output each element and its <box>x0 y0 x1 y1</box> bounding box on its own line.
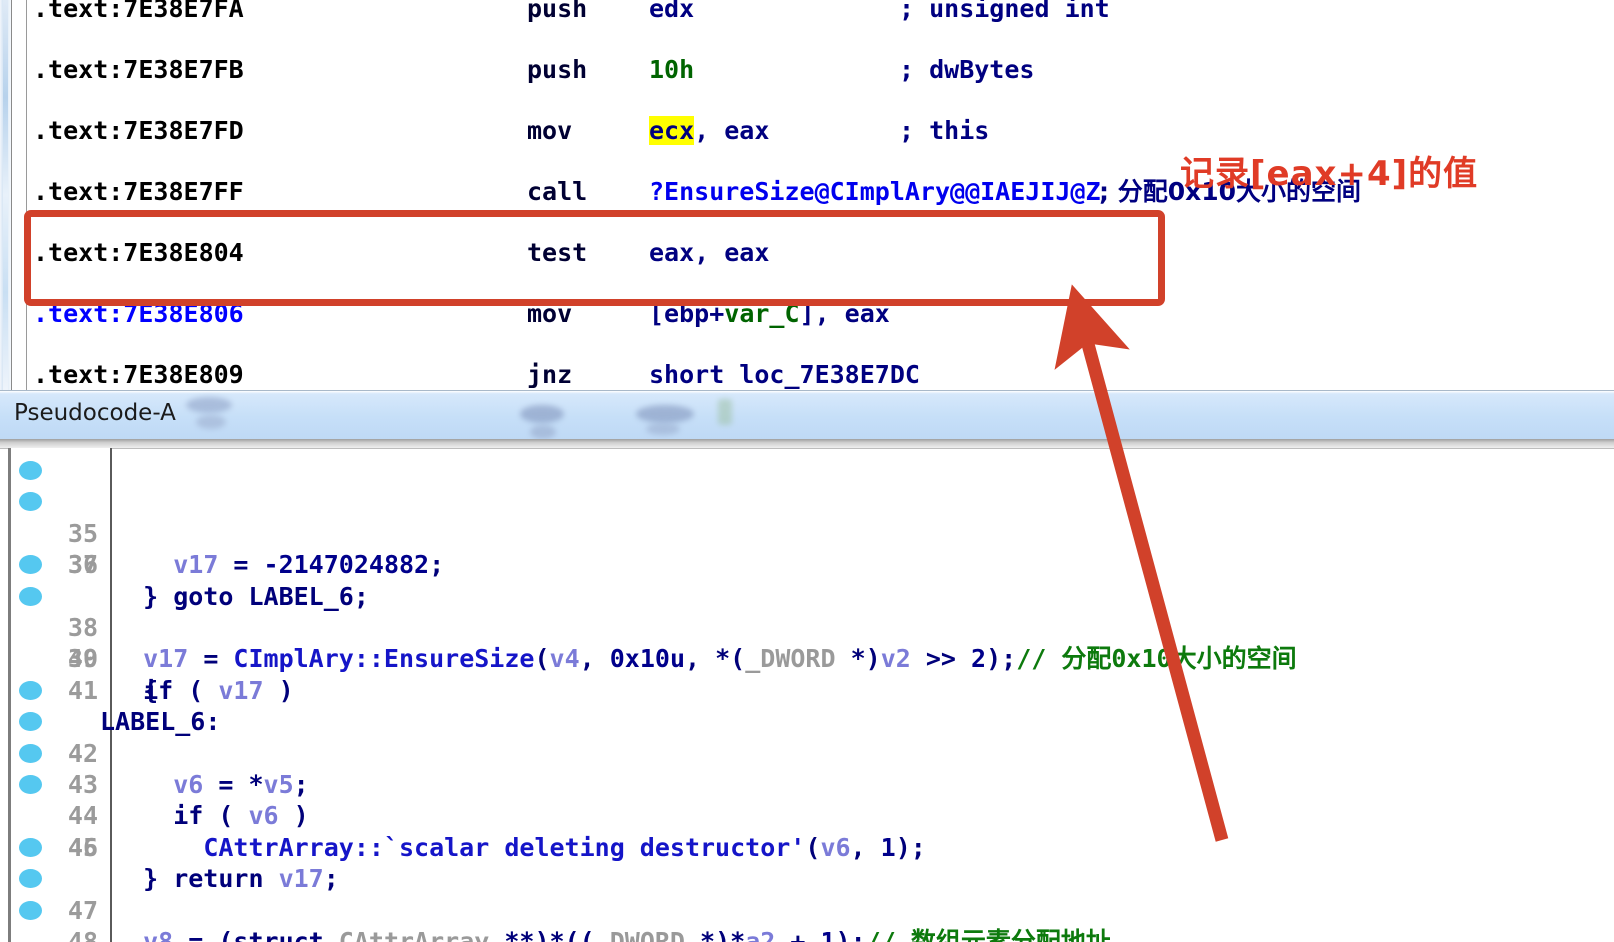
pseudocode-titlebar[interactable]: Pseudocode-A <box>0 390 1614 440</box>
breakpoint-dot-icon[interactable] <box>19 775 42 794</box>
pseudocode-row[interactable]: 43 if ( v6 ) <box>0 706 1614 830</box>
red-annotation-text: 记录[eax+4]的值 <box>1180 154 1479 194</box>
disasm-address: .text:7E38E7FA <box>33 0 244 23</box>
disasm-mnemonic: mov <box>527 299 573 328</box>
pseudocode-tab-label[interactable]: Pseudocode-A <box>14 400 176 426</box>
disasm-address: .text:7E38E809 <box>33 360 244 389</box>
disasm-mnemonic: push <box>527 0 588 23</box>
code-text: v8 = (struct CAttrArray **)*((_DWORD *)*… <box>143 927 1111 942</box>
disasm-mnemonic: push <box>527 55 588 84</box>
disasm-operands: 10h <box>649 55 695 84</box>
disasm-comment: ; unsigned int <box>899 0 1110 23</box>
disasm-operands[interactable]: short loc_7E38E7DC <box>649 360 920 390</box>
pseudocode-row[interactable]: 36 goto LABEL_6; <box>0 486 1614 611</box>
pseudocode-row[interactable]: 38 v17 = CImplAry::EnsureSize(v4, 0x10u,… <box>0 549 1614 673</box>
blurred-ui-blob <box>718 399 732 425</box>
pseudocode-top-edge <box>0 439 1614 449</box>
pseudocode-row[interactable]: 48 v18 = 0; <box>0 863 1614 942</box>
blurred-ui-blob <box>646 423 680 435</box>
breakpoint-dot-icon[interactable] <box>19 900 42 920</box>
disasm-row[interactable]: .text:7E38E7FB push 10h ; dwBytes <box>27 55 1614 86</box>
disasm-address: .text:7E38E7FD <box>33 116 244 145</box>
blurred-ui-blob <box>196 415 226 429</box>
disasm-address: .text:7E38E7FB <box>33 55 244 84</box>
pseudocode-row[interactable]: 46 } <box>0 800 1614 893</box>
breakpoint-dot-icon[interactable] <box>19 492 42 512</box>
disasm-mnemonic: jnz <box>527 360 573 389</box>
disasm-row[interactable]: .text:7E38E809 jnz short loc_7E38E7DC <box>27 360 1614 390</box>
disasm-mnemonic: mov <box>527 116 573 145</box>
blurred-ui-blob <box>520 405 564 423</box>
blurred-ui-blob <box>636 405 694 423</box>
pseudocode-row[interactable]: 41 LABEL_6: <box>0 643 1614 736</box>
screenshot-root: .text:7E38E7FA push edx ; unsigned int .… <box>0 0 1614 942</box>
blurred-ui-blob <box>186 397 232 413</box>
disassembly-gutter <box>12 0 27 390</box>
breakpoint-dot-icon[interactable] <box>19 461 42 480</box>
breakpoint-dot-icon[interactable] <box>19 680 42 700</box>
pseudocode-row[interactable]: 39 if ( v17 ) <box>0 581 1614 705</box>
breakpoint-dot-icon[interactable] <box>19 712 42 732</box>
pseudocode-row[interactable]: 49 v16 = 0; <box>0 895 1614 926</box>
disasm-mnemonic: test <box>527 238 588 267</box>
pseudocode-row[interactable]: 42 v6 = *v5; <box>0 675 1614 799</box>
pseudocode-row[interactable]: 44 CAttrArray::`scalar deleting destruct… <box>0 738 1614 862</box>
highlighted-register: ecx <box>649 116 695 145</box>
breakpoint-dot-icon[interactable] <box>19 555 42 575</box>
disasm-operands: eax, eax <box>649 238 770 267</box>
pseudocode-row[interactable]: 45 return v17; <box>0 769 1614 893</box>
disasm-mnemonic: call <box>527 177 588 206</box>
breakpoint-dot-icon[interactable] <box>19 743 42 763</box>
disasm-operands: [ebp+var_C], eax <box>649 299 890 328</box>
disasm-row[interactable]: .text:7E38E806 mov [ebp+var_C], eax <box>27 299 1614 330</box>
stack-var-name: var_C <box>724 299 800 328</box>
disasm-row[interactable]: .text:7E38E7FA push edx ; unsigned int <box>27 0 1614 25</box>
pseudocode-row[interactable]: 37 } <box>0 518 1614 610</box>
disasm-row[interactable]: .text:7E38E804 test eax, eax <box>27 238 1614 269</box>
navigator-stripe <box>3 0 8 390</box>
breakpoint-dot-icon[interactable] <box>19 586 42 606</box>
blurred-ui-blob <box>530 425 556 439</box>
breakpoint-dot-icon[interactable] <box>19 837 42 857</box>
disassembly-pane[interactable]: .text:7E38E7FA push edx ; unsigned int .… <box>0 0 1614 390</box>
pseudocode-row[interactable]: 47 v8 = (struct CAttrArray **)*((_DWORD … <box>0 832 1614 942</box>
pseudocode-row[interactable]: 35 v17 = -2147024882; <box>0 455 1614 579</box>
disasm-call-target[interactable]: ?EnsureSize@CImplAry@@IAEJIJ@Z <box>649 177 1101 208</box>
disasm-comment: ; dwBytes <box>899 55 1035 84</box>
pseudocode-row[interactable]: 40 { <box>0 612 1614 704</box>
disassembly-lines: .text:7E38E7FA push edx ; unsigned int .… <box>27 0 1614 390</box>
disasm-operands: ecx, eax <box>649 116 770 145</box>
disasm-address: .text:7E38E7FF <box>33 177 244 206</box>
disasm-comment: ; this <box>899 116 990 145</box>
disasm-operands: edx <box>649 0 695 23</box>
disasm-row[interactable]: .text:7E38E7FD mov ecx, eax ; this <box>27 116 1614 147</box>
ida-navigator-band[interactable] <box>0 0 12 390</box>
disasm-address: .text:7E38E804 <box>33 238 244 267</box>
disasm-address: .text:7E38E806 <box>33 299 244 328</box>
pseudocode-pane[interactable]: 35 v17 = -2147024882; 36 goto LABEL_6; 3… <box>0 439 1614 942</box>
breakpoint-dot-icon[interactable] <box>19 869 42 889</box>
